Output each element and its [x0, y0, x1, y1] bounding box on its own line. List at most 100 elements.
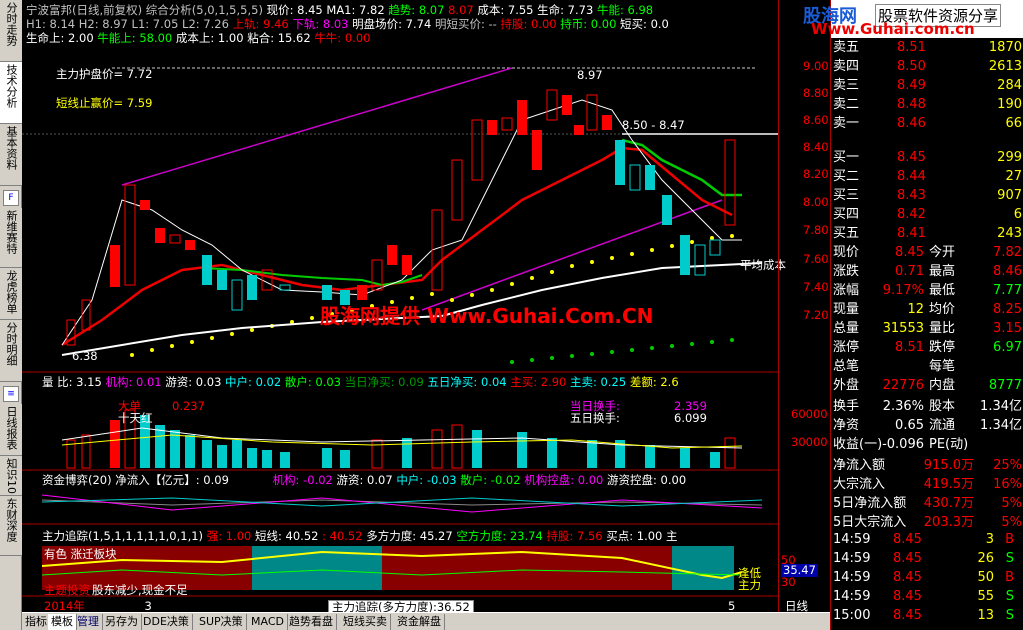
- tick-price: 8.45: [893, 570, 922, 585]
- tab-short[interactable]: 短线买卖: [340, 614, 391, 630]
- stat-value: -0.096: [882, 437, 924, 452]
- vol-sh: 散户: 0.03: [284, 375, 341, 389]
- fund-sh: 散户: -0.02: [460, 473, 521, 487]
- tab-saveas[interactable]: 另存为: [102, 614, 142, 630]
- stat-row: 收益(一) -0.096 PE(动): [831, 435, 1023, 455]
- h1-value: H1: 8.14: [26, 17, 76, 31]
- life-up-value: 生命上: 2.00: [26, 31, 94, 45]
- tab-daily-report[interactable]: 日线报表: [0, 404, 22, 456]
- bid-price: 8.42: [897, 207, 926, 222]
- stat-value: 7.77: [993, 283, 1022, 298]
- chart-icon[interactable]: ≡: [3, 386, 19, 402]
- tab-manage[interactable]: 管理: [74, 614, 103, 630]
- niuniu-value: 牛牛: 0.00: [314, 31, 371, 45]
- tick-side: B: [1005, 570, 1014, 585]
- track-axis-tick: 30: [781, 575, 796, 589]
- stat-label: 流通: [929, 418, 956, 433]
- tab-template[interactable]: 模板: [48, 614, 77, 630]
- fund-title: 资金博弈(20) 净流入【亿元】: 0.09: [42, 473, 229, 487]
- axis-tick: 9.00: [803, 59, 829, 73]
- tick-volume: 26: [977, 551, 994, 566]
- vol-yz: 游资: 0.03: [165, 375, 222, 389]
- fund-yz: 游资: 0.07: [336, 473, 393, 487]
- ask-row: 卖一 8.46 66: [831, 114, 1023, 134]
- bid-row: 买五 8.41 243: [831, 224, 1023, 244]
- axis-tick: 7.40: [803, 280, 829, 294]
- lower-rail: 下轨: 8.03: [292, 17, 349, 31]
- cost-up-value: 成本上: 1.00: [175, 31, 244, 45]
- ask-price: 8.46: [897, 116, 926, 131]
- tab-xinwei[interactable]: 新维赛特: [0, 208, 22, 268]
- stat-value: 8777: [988, 378, 1022, 393]
- price-value: 现价: 8.45: [266, 3, 323, 17]
- bid-price: 8.45: [897, 150, 926, 165]
- bid-price: 8.43: [897, 188, 926, 203]
- tick-row: 14:59 8.45 26 S: [831, 549, 1023, 569]
- main-chart-area[interactable]: 宁波富邦(日线,前复权) 综合分析(5,0,1,5,5,5) 现价: 8.45 …: [22, 0, 786, 615]
- stat-value: 0.65: [895, 418, 924, 433]
- bid-price: 8.44: [897, 169, 926, 184]
- fund-zh: 中户: -0.03: [396, 473, 457, 487]
- stat-label: 外盘: [833, 378, 860, 393]
- stat-label: 净资: [833, 418, 860, 433]
- stat-value: 8.46: [993, 264, 1022, 279]
- flow-pct: 5%: [1001, 496, 1022, 511]
- stat-value: 12: [907, 302, 924, 317]
- tick-side: S: [1005, 551, 1014, 566]
- holdcoin-value: 持币: 0.00: [560, 17, 617, 31]
- tab-time-trend[interactable]: 分时走势: [0, 0, 22, 62]
- tick-row: 15:00 8.45 13 S: [831, 606, 1023, 626]
- stat-label: 股本: [929, 399, 956, 414]
- ask-price: 8.49: [897, 78, 926, 93]
- tab-tech-analysis[interactable]: 技术分析: [0, 62, 22, 124]
- tab-dde[interactable]: DDE决策: [140, 614, 193, 630]
- stat-value: 31553: [882, 321, 924, 336]
- stat-label: 涨跌: [833, 264, 860, 279]
- tab-fund[interactable]: 资金解盘: [394, 614, 445, 630]
- stock-name: 宁波富邦(日线,前复权) 综合分析(5,0,1,5,5,5): [26, 3, 263, 17]
- tab-knowledge[interactable]: 知识10: [0, 456, 22, 496]
- tick-volume: 13: [977, 608, 994, 623]
- tab-basic-info[interactable]: 基本资料: [0, 124, 22, 186]
- stat-value: 8.45: [895, 245, 924, 260]
- bid-row: 买一 8.45 299: [831, 148, 1023, 168]
- ask-label: 卖二: [833, 97, 860, 112]
- tab-trend[interactable]: 趋势看盘: [286, 614, 337, 630]
- flow-row: 5日净流入额 430.7万 5%: [831, 494, 1023, 514]
- stat-row: 涨跌 0.71 最高 8.46: [831, 262, 1023, 282]
- high-label: 8.97: [577, 68, 603, 82]
- stat-value: 0.71: [895, 264, 924, 279]
- cow-up-value: 牛能上: 58.00: [97, 31, 173, 45]
- big-order-value: 0.237: [172, 399, 205, 413]
- bid-volume: 27: [1005, 169, 1022, 184]
- tab-indicator[interactable]: 指标: [22, 614, 51, 630]
- track-zhu: 主: [666, 529, 678, 543]
- hold-value: 持股: 0.00: [500, 17, 557, 31]
- tab-time-detail[interactable]: 分时明细: [0, 320, 22, 382]
- tick-price: 8.45: [893, 589, 922, 604]
- tab-eastmoney[interactable]: 东财深度: [0, 496, 22, 556]
- tick-price: 8.45: [893, 532, 922, 547]
- bid-label: 买二: [833, 169, 860, 184]
- tick-row: 14:59 8.45 55 S: [831, 587, 1023, 607]
- fio-icon[interactable]: F: [3, 190, 19, 206]
- flow-row: 大宗流入 419.5万 16%: [831, 475, 1023, 495]
- bid-price: 8.41: [897, 226, 926, 241]
- mingbuy-value: 明短买价: --: [434, 17, 497, 31]
- mid-label: 8.50 - 8.47: [622, 118, 685, 132]
- left-tab-bar: 分时走势 技术分析 基本资料 F 新维赛特 龙虎榜单 分时明细 ≡ 日线报表 知…: [0, 0, 22, 630]
- tab-longhu[interactable]: 龙虎榜单: [0, 268, 22, 320]
- stat-value: 8.51: [895, 340, 924, 355]
- stoploss-price: 短线止赢价= 7.59: [56, 96, 153, 110]
- 5day-turnover-value: 6.099: [674, 411, 707, 425]
- track-kk: 空方力度: 23.74: [456, 529, 543, 543]
- tab-sup[interactable]: SUP决策: [196, 614, 247, 630]
- tick-time: 14:59: [833, 589, 871, 604]
- month-3: 3: [144, 599, 152, 613]
- tick-row: 14:59 8.45 3 B: [831, 530, 1023, 550]
- tab-macd[interactable]: MACD: [248, 614, 288, 630]
- tick-side: S: [1005, 608, 1014, 623]
- stat-row: 涨停 8.51 跌停 6.97: [831, 338, 1023, 358]
- shortbuy-value: 短买: 0.0: [620, 17, 669, 31]
- fund-jg: 机构: -0.02: [272, 473, 333, 487]
